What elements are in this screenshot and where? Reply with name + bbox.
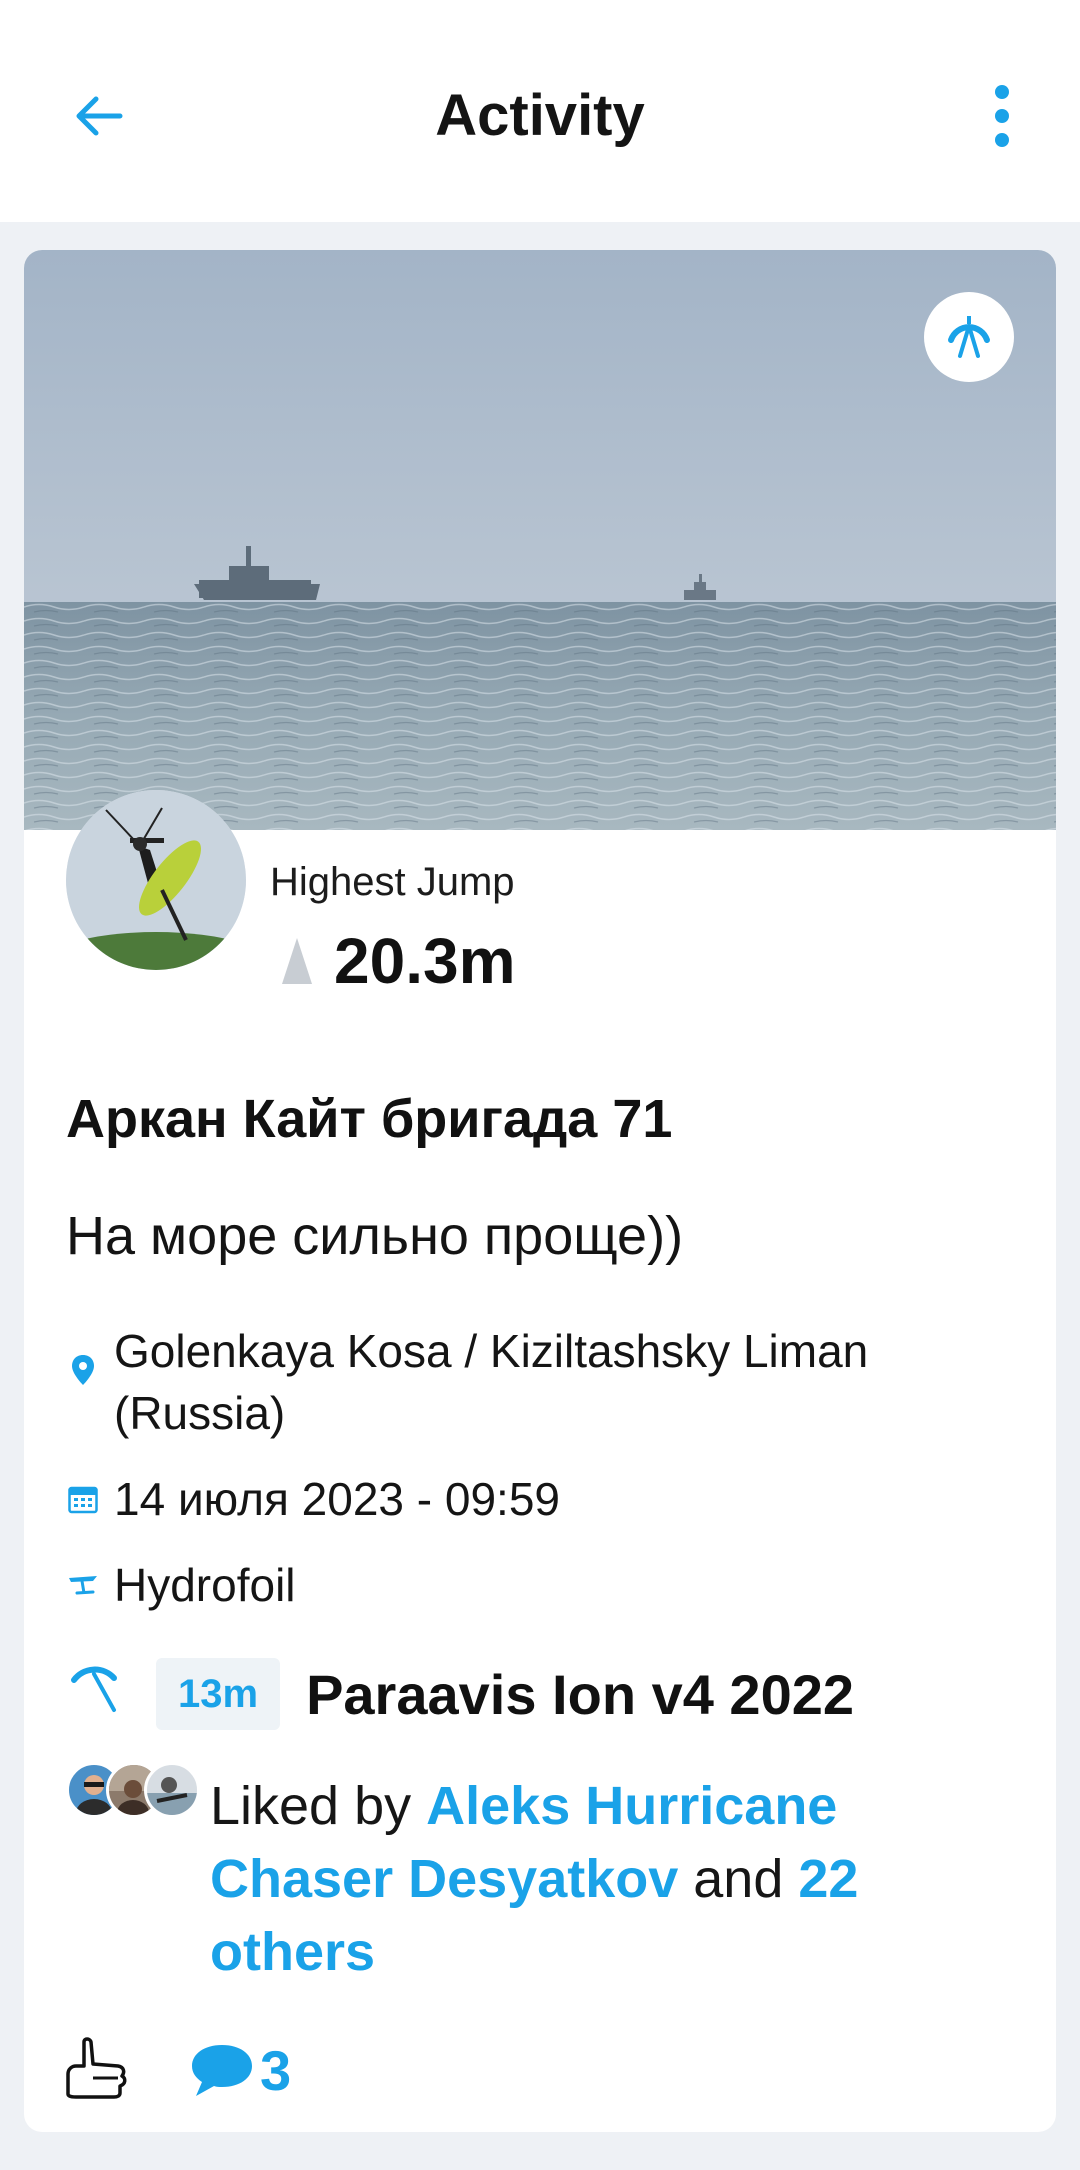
session-title: Аркан Кайт бригада 71 [66, 1089, 673, 1149]
arrow-left-icon [76, 96, 123, 136]
jump-triangle-icon [282, 938, 312, 984]
date-row: 14 июля 2023 - 09:59 [66, 1468, 1014, 1530]
activity-card[interactable]: Highest Jump 20.3m Аркан Кайт бригада 71… [24, 250, 1056, 2132]
app-bar: Activity [0, 0, 1080, 222]
liked-by-conjunction: and [678, 1849, 799, 1909]
map-pin-icon [72, 1355, 94, 1385]
liker-avatar[interactable] [144, 1762, 200, 1818]
liker-avatars[interactable] [66, 1762, 202, 1822]
gear-size-badge: 13m [156, 1658, 281, 1730]
action-bar: 3 [62, 2030, 291, 2110]
back-button[interactable] [62, 80, 134, 152]
comment-count: 3 [260, 2038, 292, 2102]
sport-row: Hydrofoil [66, 1554, 1014, 1616]
hydrofoil-icon [69, 1576, 97, 1595]
thumbs-up-icon [66, 2036, 127, 2099]
gear-row[interactable]: 13m Paraavis Ion v4 2022 [66, 1655, 854, 1733]
user-avatar[interactable] [66, 790, 246, 970]
kite-icon [71, 1666, 117, 1712]
metric-value: 20.3m [334, 925, 516, 997]
session-photo[interactable] [24, 250, 1056, 830]
comment-icon [192, 2045, 252, 2096]
location-text: Golenkaya Kosa / Kiziltashsky Liman (Rus… [114, 1325, 869, 1439]
gear-name: Paraavis Ion v4 2022 [306, 1662, 855, 1726]
more-options-button[interactable] [972, 76, 1032, 156]
metric-label: Highest Jump [270, 860, 515, 904]
calendar-icon [68, 1486, 98, 1514]
like-button[interactable] [62, 2036, 130, 2105]
sport-text: Hydrofoil [114, 1559, 296, 1611]
liked-by-text: Liked by Aleks Hurricane Chaser Desyatko… [210, 1770, 1010, 1989]
location-row[interactable]: Golenkaya Kosa / Kiziltashsky Liman (Rus… [66, 1320, 1014, 1444]
sport-badge [924, 292, 1014, 382]
session-description: На море сильно проще)) [66, 1206, 684, 1266]
date-text: 14 июля 2023 - 09:59 [114, 1473, 560, 1525]
metric-value-row: 20.3m [280, 925, 516, 997]
kite-icon [948, 316, 990, 358]
liked-by-prefix: Liked by [210, 1776, 427, 1836]
page-title: Activity [435, 83, 645, 148]
more-vertical-icon [995, 85, 1009, 147]
comment-button[interactable]: 3 [188, 2038, 291, 2103]
